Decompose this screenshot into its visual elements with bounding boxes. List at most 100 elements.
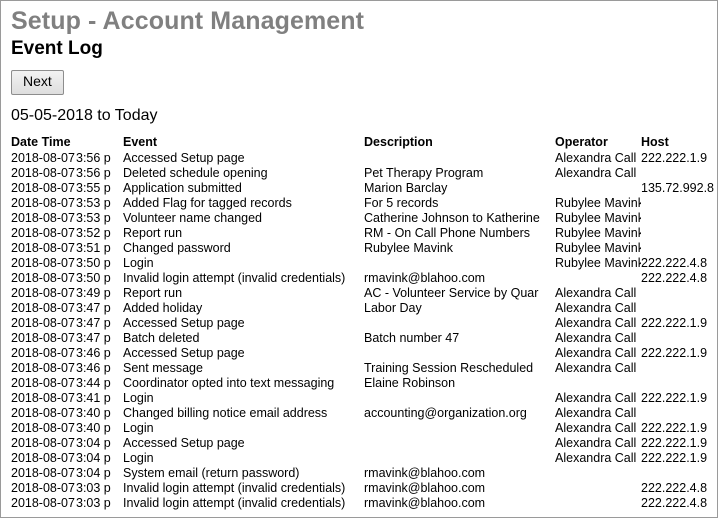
- log-cell-date: 2018-08-07: [11, 376, 75, 391]
- log-cell-event: Accessed Setup page: [123, 346, 245, 361]
- table-row: 2018-08-07 3:47 p Added holiday Labor Day Al…: [11, 301, 717, 316]
- log-cell-host: 222.222.1.9: [641, 421, 708, 436]
- log-cell-operator: Alexandra Call: [555, 436, 637, 451]
- log-cell-event: Report run: [123, 226, 183, 241]
- log-cell-host: [641, 406, 717, 421]
- log-cell-date: 2018-08-07: [11, 406, 75, 421]
- log-cell-event: Invalid login attempt (invalid credentia…: [123, 481, 346, 496]
- table-body: 2018-08-07 3:56 p Accessed Setup page Alexa…: [11, 151, 717, 511]
- log-cell-operator: [555, 466, 641, 481]
- log-cell-description: RM - On Call Phone Numbers: [364, 226, 531, 241]
- page-content: Setup - Account Management Event Log Nex…: [1, 1, 717, 511]
- log-cell-operator: Alexandra Call: [555, 346, 637, 361]
- log-cell-host: [641, 331, 717, 346]
- log-cell-time: 3:56 p: [76, 151, 111, 166]
- table-row: 2018-08-07 3:04 p System email (return pas…: [11, 466, 717, 481]
- log-cell-host: 222.222.1.9: [641, 391, 708, 406]
- log-cell-time: 3:40 p: [76, 421, 111, 436]
- log-cell-operator: Rubylee Mavink: [555, 256, 642, 271]
- log-cell-event: Login: [123, 421, 154, 436]
- log-cell-event: Changed billing notice email address: [123, 406, 328, 421]
- log-cell-event: Accessed Setup page: [123, 151, 245, 166]
- log-cell-operator: Rubylee Mavink: [555, 211, 642, 226]
- toolbar: Next: [11, 59, 717, 95]
- log-cell-event: Volunteer name changed: [123, 211, 263, 226]
- log-cell-host: 222.222.1.9: [641, 346, 708, 361]
- log-cell-description: [364, 436, 555, 451]
- log-cell-time: 3:46 p: [76, 361, 111, 376]
- log-cell-host: [641, 286, 717, 301]
- table-row: 2018-08-07 3:03 p Invalid login attempt (i…: [11, 481, 717, 496]
- log-cell-host: 222.222.1.9: [641, 316, 708, 331]
- log-cell-event: Report run: [123, 286, 183, 301]
- log-cell-event: Accessed Setup page: [123, 436, 245, 451]
- log-cell-host: [641, 211, 717, 226]
- log-cell-time: 3:49 p: [76, 286, 111, 301]
- column-header-description: Description: [364, 135, 433, 150]
- log-cell-host: 222.222.4.8: [641, 481, 708, 496]
- log-cell-description: Elaine Robinson: [364, 376, 456, 391]
- table-row: 2018-08-07 3:52 p Report run RM - On Call P…: [11, 226, 717, 241]
- log-cell-event: Invalid login attempt (invalid credentia…: [123, 271, 346, 286]
- log-cell-event: Changed password: [123, 241, 231, 256]
- log-cell-operator: Alexandra Call: [555, 451, 637, 466]
- log-cell-event: System email (return password): [123, 466, 300, 481]
- log-cell-date: 2018-08-07: [11, 241, 75, 256]
- log-cell-operator: Alexandra Call: [555, 166, 637, 181]
- log-cell-host: 222.222.4.8: [641, 256, 708, 271]
- log-cell-time: 3:52 p: [76, 226, 111, 241]
- log-cell-time: 3:44 p: [76, 376, 111, 391]
- log-cell-host: 222.222.1.9: [641, 151, 708, 166]
- log-cell-event: Added Flag for tagged records: [123, 196, 292, 211]
- log-cell-event: Accessed Setup page: [123, 316, 245, 331]
- log-cell-description: [364, 256, 555, 271]
- next-button[interactable]: Next: [11, 70, 64, 95]
- log-cell-time: 3:47 p: [76, 316, 111, 331]
- table-row: 2018-08-07 3:47 p Batch deleted Batch numbe…: [11, 331, 717, 346]
- column-header-operator: Operator: [555, 135, 608, 150]
- table-row: 2018-08-07 3:46 p Accessed Setup page Alexa…: [11, 346, 717, 361]
- log-cell-time: 3:50 p: [76, 271, 111, 286]
- page-title: Setup - Account Management: [11, 7, 365, 35]
- log-cell-date: 2018-08-07: [11, 226, 75, 241]
- log-cell-host: [641, 466, 717, 481]
- log-cell-description: [364, 151, 555, 166]
- log-cell-operator: [555, 181, 641, 196]
- log-cell-date: 2018-08-07: [11, 316, 75, 331]
- log-cell-time: 3:47 p: [76, 331, 111, 346]
- log-cell-time: 3:51 p: [76, 241, 111, 256]
- log-cell-operator: [555, 481, 641, 496]
- table-row: 2018-08-07 3:55 p Application submitted Mar…: [11, 181, 717, 196]
- table-row: 2018-08-07 3:04 p Accessed Setup page Alexa…: [11, 436, 717, 451]
- log-cell-host: [641, 196, 717, 211]
- log-cell-description: Rubylee Mavink: [364, 241, 453, 256]
- log-cell-operator: Alexandra Call: [555, 421, 637, 436]
- log-cell-description: AC - Volunteer Service by Quar: [364, 286, 539, 301]
- section-title: Event Log: [11, 38, 103, 60]
- log-cell-event: Sent message: [123, 361, 203, 376]
- log-cell-description: [364, 316, 555, 331]
- log-cell-description: rmavink@blahoo.com: [364, 481, 486, 496]
- log-cell-description: [364, 346, 555, 361]
- log-cell-description: [364, 421, 555, 436]
- table-row: 2018-08-07 3:56 p Deleted schedule opening…: [11, 166, 717, 181]
- log-cell-event: Application submitted: [123, 181, 242, 196]
- table-row: 2018-08-07 3:49 p Report run AC - Volunteer…: [11, 286, 717, 301]
- log-cell-host: 222.222.4.8: [641, 271, 708, 286]
- log-cell-time: 3:50 p: [76, 256, 111, 271]
- log-cell-operator: Alexandra Call: [555, 361, 637, 376]
- log-cell-date: 2018-08-07: [11, 361, 75, 376]
- log-cell-time: 3:56 p: [76, 166, 111, 181]
- event-log-page: Setup - Account Management Event Log Nex…: [0, 0, 718, 518]
- log-cell-date: 2018-08-07: [11, 421, 75, 436]
- log-cell-host: [641, 376, 717, 391]
- log-cell-host: [641, 226, 717, 241]
- log-cell-time: 3:03 p: [76, 496, 111, 511]
- event-log-table: Date Time Event Description Operator Hos…: [11, 135, 717, 511]
- table-row: 2018-08-07 3:41 p Login Alexandra Call 222.2…: [11, 391, 717, 406]
- log-cell-event: Added holiday: [123, 301, 203, 316]
- log-cell-event: Invalid login attempt (invalid credentia…: [123, 496, 346, 511]
- column-header-event: Event: [123, 135, 158, 150]
- log-cell-operator: Alexandra Call: [555, 301, 637, 316]
- table-row: 2018-08-07 3:44 p Coordinator opted into t…: [11, 376, 717, 391]
